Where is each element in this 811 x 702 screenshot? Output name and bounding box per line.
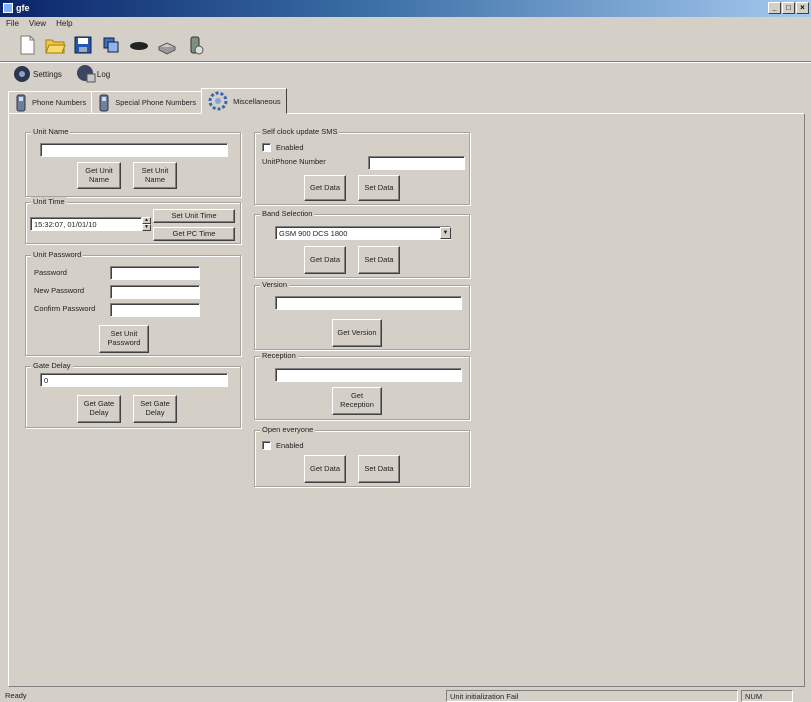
title-bar: gfe _ □ × <box>0 0 811 17</box>
set-gate-delay-button[interactable]: Set Gate Delay <box>133 395 177 423</box>
group-title: Version <box>260 280 290 289</box>
open-everyone-set-data-button[interactable]: Set Data <box>358 455 400 483</box>
group-title: Reception <box>260 351 298 360</box>
settings-icon <box>14 66 30 82</box>
phone-icon <box>16 94 26 111</box>
new-file-icon[interactable] <box>16 34 38 56</box>
password-label: Password <box>34 268 67 277</box>
gate-delay-group: Gate Delay 0 Get Gate Delay Set Gate Del… <box>25 361 241 428</box>
version-input[interactable] <box>275 296 462 310</box>
settings-view-button[interactable]: Settings <box>12 64 62 84</box>
tab-special-phone-numbers[interactable]: Special Phone Numbers <box>91 91 203 114</box>
disconnect-icon[interactable] <box>128 34 150 56</box>
tab-label: Miscellaneous <box>233 96 281 106</box>
view-bar: Settings Log <box>12 63 110 85</box>
status-message: Unit initialization Fail <box>446 690 738 702</box>
unit-phone-number-input[interactable] <box>368 156 465 170</box>
band-get-data-button[interactable]: Get Data <box>304 246 346 274</box>
self-clock-group: Self clock update SMS Enabled UnitPhone … <box>254 127 470 205</box>
set-unit-name-button[interactable]: Set Unit Name <box>133 162 177 189</box>
status-bar: Ready Unit initialization Fail NUM <box>0 689 811 702</box>
confirm-password-label: Confirm Password <box>34 304 96 313</box>
window-title: gfe <box>16 3 30 13</box>
self-clock-get-data-button[interactable]: Get Data <box>304 175 346 201</box>
menu-file[interactable]: File <box>6 17 19 30</box>
close-button[interactable]: × <box>796 2 809 14</box>
menu-view[interactable]: View <box>29 17 46 30</box>
status-ready: Ready <box>5 691 27 700</box>
self-clock-set-data-button[interactable]: Set Data <box>358 175 400 201</box>
get-version-button[interactable]: Get Version <box>332 319 382 347</box>
window-controls: _ □ × <box>768 2 809 14</box>
toolbar-separator <box>0 61 811 63</box>
version-group: Version Get Version <box>254 280 470 350</box>
tab-label: Special Phone Numbers <box>115 98 197 107</box>
tab-label: Phone Numbers <box>32 98 87 107</box>
tab-phone-numbers[interactable]: Phone Numbers <box>8 91 93 114</box>
group-title: Gate Delay <box>31 361 73 370</box>
band-set-data-button[interactable]: Set Data <box>358 246 400 274</box>
log-view-label: Log <box>96 69 111 79</box>
tab-miscellaneous[interactable]: Miscellaneous <box>201 88 287 114</box>
save-icon[interactable] <box>72 34 94 56</box>
gears-icon <box>208 91 228 111</box>
copy-icon[interactable] <box>100 34 122 56</box>
new-password-label: New Password <box>34 286 85 295</box>
minimize-button[interactable]: _ <box>768 2 781 14</box>
tab-strip: Phone Numbers Special Phone Numbers Misc… <box>8 88 287 114</box>
get-reception-button[interactable]: Get Reception <box>332 387 382 415</box>
unit-time-group: Unit Time 15:32:07, 01/01/10 ▲ ▼ Set Unit… <box>25 197 241 244</box>
open-everyone-get-data-button[interactable]: Get Data <box>304 455 346 483</box>
get-pc-time-button[interactable]: Get PC Time <box>153 227 235 241</box>
modem-icon[interactable] <box>156 34 178 56</box>
group-title: Self clock update SMS <box>260 127 340 136</box>
group-title: Unit Name <box>31 127 71 136</box>
confirm-password-input[interactable] <box>110 303 200 317</box>
set-unit-time-button[interactable]: Set Unit Time <box>153 209 235 223</box>
enabled-label: Enabled <box>276 441 304 450</box>
enabled-label: Enabled <box>276 143 304 152</box>
get-gate-delay-button[interactable]: Get Gate Delay <box>77 395 121 423</box>
band-selection-group: Band Selection GSM 900 DCS 1800 ▼ Get Da… <box>254 209 470 278</box>
group-title: Band Selection <box>260 209 315 218</box>
app-icon <box>3 3 13 13</box>
menu-help[interactable]: Help <box>56 17 72 30</box>
password-input[interactable] <box>110 266 200 280</box>
unit-time-input[interactable]: 15:32:07, 01/01/10 <box>30 217 142 231</box>
gate-delay-input[interactable]: 0 <box>40 373 228 387</box>
get-unit-name-button[interactable]: Get Unit Name <box>77 162 121 189</box>
group-title: Unit Time <box>31 197 67 206</box>
time-spinner[interactable]: ▲ ▼ <box>142 217 151 231</box>
log-view-button[interactable]: Log <box>76 64 110 84</box>
unit-name-input[interactable] <box>40 143 228 157</box>
toolbar <box>16 31 206 59</box>
menu-bar: File View Help <box>0 17 811 30</box>
unit-password-group: Unit Password Password New Password Conf… <box>25 250 241 356</box>
chevron-down-icon[interactable]: ▼ <box>440 227 451 239</box>
unit-name-group: Unit Name Get Unit Name Set Unit Name <box>25 127 241 197</box>
set-unit-password-button[interactable]: Set Unit Password <box>99 325 149 353</box>
maximize-button[interactable]: □ <box>782 2 795 14</box>
phone-wizard-icon[interactable] <box>184 34 206 56</box>
phone-icon <box>99 94 109 111</box>
settings-view-label: Settings <box>33 69 62 79</box>
open-folder-icon[interactable] <box>44 34 66 56</box>
open-everyone-group: Open everyone Enabled Get Data Set Data <box>254 425 470 487</box>
self-clock-enabled-checkbox[interactable] <box>262 143 271 152</box>
new-password-input[interactable] <box>110 285 200 299</box>
group-title: Open everyone <box>260 425 316 434</box>
status-num-lock: NUM <box>741 690 793 702</box>
band-select[interactable]: GSM 900 DCS 1800 <box>275 226 451 240</box>
log-icon <box>76 65 96 83</box>
reception-group: Reception Get Reception <box>254 351 470 420</box>
open-everyone-enabled-checkbox[interactable] <box>262 441 271 450</box>
group-title: Unit Password <box>31 250 84 259</box>
reception-input[interactable] <box>275 368 462 382</box>
unit-phone-number-label: UnitPhone Number <box>262 157 326 166</box>
